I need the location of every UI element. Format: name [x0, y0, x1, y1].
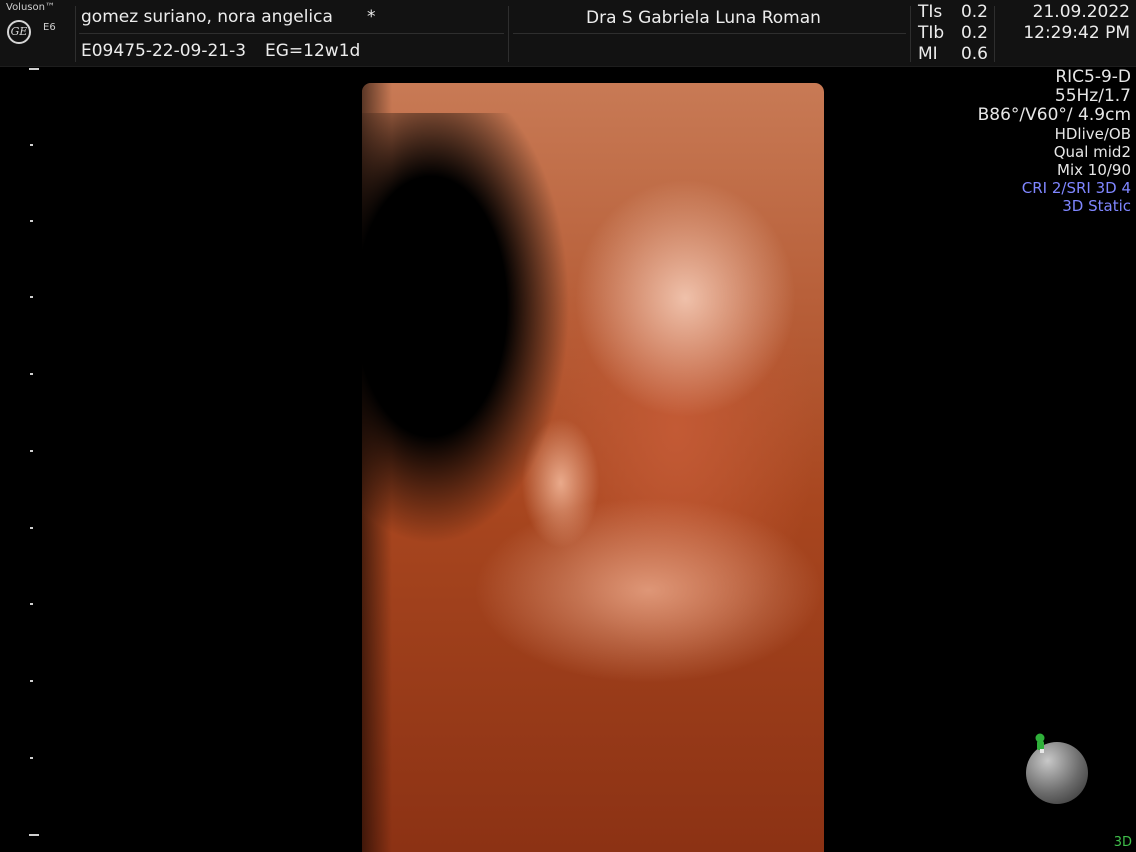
volume-angles: B86°/V60°/ 4.9cm: [977, 105, 1131, 125]
header-divider: [994, 6, 995, 62]
exam-date: 21.09.2022: [1032, 2, 1130, 22]
index-tib: TIb 0.2: [918, 23, 988, 44]
model-label: E6: [43, 22, 56, 33]
mix-setting: Mix 10/90: [1057, 161, 1131, 179]
depth-tick: [30, 144, 33, 146]
depth-tick: [30, 220, 33, 222]
patient-id: E09475-22-09-21-3: [81, 41, 247, 61]
depth-tick: [30, 296, 33, 298]
brand-name: Voluson™: [6, 2, 55, 13]
modified-asterisk: *: [367, 7, 376, 27]
depth-tick: [30, 373, 33, 375]
header-bar: Voluson™ GE E6 gomez suriano, nora angel…: [0, 0, 1136, 67]
probe-label: RIC5-9-D: [1055, 67, 1131, 87]
quality-setting: Qual mid2: [1053, 143, 1131, 161]
ge-logo-icon: GE: [7, 20, 31, 44]
index-value: 0.6: [960, 44, 988, 64]
physician-name: Dra S Gabriela Luna Roman: [586, 8, 821, 28]
depth-scale: [28, 64, 42, 852]
index-mi: MI 0.6: [918, 44, 988, 65]
index-label: TIb: [918, 23, 945, 43]
patient-name: gomez suriano, nora angelica: [81, 7, 333, 27]
header-divider: [508, 6, 509, 62]
safety-indices: TIs 0.2 TIb 0.2 MI 0.6: [918, 2, 988, 65]
depth-tick: [30, 680, 33, 682]
depth-tick: [30, 757, 33, 759]
header-divider: [910, 6, 911, 62]
exam-time: 12:29:42 PM: [1023, 23, 1130, 43]
depth-tick: [30, 603, 33, 605]
imaging-mode: 3D Static: [1062, 197, 1131, 215]
green-marker-icon: [1035, 733, 1045, 753]
render-mode: HDlive/OB: [1054, 125, 1131, 143]
mode-corner-label: 3D: [1113, 835, 1132, 850]
index-value: 0.2: [960, 2, 988, 22]
frame-rate: 55Hz/1.7: [1054, 86, 1131, 106]
index-tis: TIs 0.2: [918, 2, 988, 23]
render-shadow: [362, 113, 592, 543]
depth-tick: [29, 834, 39, 836]
depth-tick: [29, 68, 39, 70]
cri-sri-setting: CRI 2/SRI 3D 4: [1021, 179, 1131, 197]
index-label: MI: [918, 44, 938, 64]
brand-block: Voluson™ GE E6: [0, 0, 74, 66]
index-label: TIs: [918, 2, 943, 22]
gestational-age: EG=12w1d: [265, 41, 361, 61]
3d-render-view[interactable]: [362, 83, 824, 852]
header-rule: [513, 33, 906, 34]
depth-tick: [30, 450, 33, 452]
header-divider: [75, 6, 76, 62]
depth-tick: [30, 527, 33, 529]
header-rule: [79, 33, 504, 34]
index-value: 0.2: [960, 23, 988, 43]
date-time: 21.09.2022 12:29:42 PM: [1023, 2, 1130, 44]
acquisition-params: RIC5-9-D 55Hz/1.7 B86°/V60°/ 4.9cm HDliv…: [977, 67, 1131, 216]
